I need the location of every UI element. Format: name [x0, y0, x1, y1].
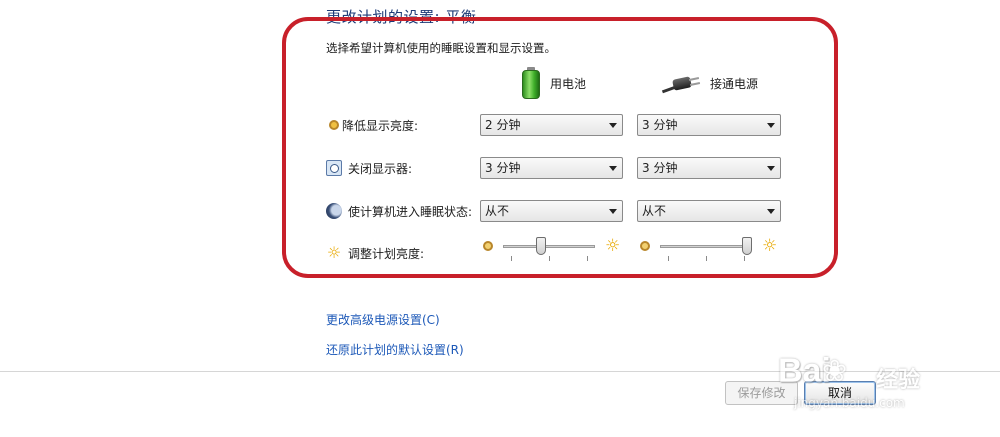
setting-row-brightness: ☼ 调整计划亮度:	[326, 241, 424, 265]
chevron-down-icon	[609, 123, 617, 128]
slider-tick	[511, 256, 512, 261]
dropdown-value: 3 分钟	[642, 118, 678, 132]
chevron-down-icon	[767, 209, 775, 214]
setting-label-turn-off-display: 关闭显示器:	[348, 161, 413, 176]
paw-icon: ❀	[822, 354, 848, 389]
slider-tick	[587, 256, 588, 261]
dropdown-value: 3 分钟	[642, 161, 678, 175]
monitor-off-icon	[326, 160, 342, 176]
sleep-moon-icon	[326, 203, 342, 219]
slider-tick	[668, 256, 669, 261]
bright-brightness-icon: ☼	[605, 236, 621, 256]
brightness-battery-slider[interactable]: ☼	[483, 236, 623, 261]
setting-row-dim-display: 降低显示亮度:	[326, 113, 418, 137]
turn-off-display-battery-dropdown[interactable]: 3 分钟	[480, 157, 623, 179]
slider-track[interactable]	[660, 245, 752, 248]
brightness-plugged-in-slider[interactable]: ☼	[640, 236, 780, 261]
watermark-brand-cn: 经验	[876, 368, 921, 393]
sleep-battery-dropdown[interactable]: 从不	[480, 200, 623, 222]
setting-row-turn-off-display: 关闭显示器:	[326, 156, 412, 180]
chevron-down-icon	[767, 123, 775, 128]
slider-tick	[549, 256, 550, 261]
slider-thumb[interactable]	[535, 237, 546, 255]
chevron-down-icon	[609, 166, 617, 171]
slider-thumb[interactable]	[742, 237, 752, 255]
dropdown-value: 3 分钟	[485, 161, 521, 175]
setting-label-dim-display: 降低显示亮度:	[342, 118, 419, 133]
advanced-power-settings-link[interactable]: 更改高级电源设置(C)	[326, 311, 440, 328]
dim-display-icon	[329, 120, 339, 130]
dim-display-plugged-in-dropdown[interactable]: 3 分钟	[637, 114, 781, 136]
battery-column-header: 用电池	[520, 66, 586, 100]
chevron-down-icon	[767, 166, 775, 171]
setting-row-sleep: 使计算机进入睡眠状态:	[326, 199, 472, 223]
setting-label-brightness: 调整计划亮度:	[348, 246, 425, 261]
dropdown-value: 从不	[642, 204, 667, 218]
brightness-sun-icon: ☼	[326, 243, 342, 262]
restore-defaults-link[interactable]: 还原此计划的默认设置(R)	[326, 341, 464, 358]
battery-column-label: 用电池	[550, 76, 587, 91]
bright-brightness-icon: ☼	[762, 236, 778, 256]
dim-display-battery-dropdown[interactable]: 2 分钟	[480, 114, 623, 136]
dropdown-value: 从不	[485, 204, 510, 218]
dropdown-value: 2 分钟	[485, 118, 521, 132]
dim-brightness-icon	[483, 241, 493, 251]
plugged-in-column-label: 接通电源	[710, 76, 759, 91]
battery-icon	[520, 67, 542, 99]
slider-track[interactable]	[503, 245, 595, 248]
plugged-in-column-header: 接通电源	[661, 66, 759, 100]
sleep-plugged-in-dropdown[interactable]: 从不	[637, 200, 781, 222]
dim-brightness-icon	[640, 241, 650, 251]
power-plug-icon	[661, 71, 702, 95]
chevron-down-icon	[609, 209, 617, 214]
setting-label-sleep: 使计算机进入睡眠状态:	[348, 204, 473, 219]
watermark-url: jingyan.baidu.com	[794, 396, 905, 410]
turn-off-display-plugged-in-dropdown[interactable]: 3 分钟	[637, 157, 781, 179]
slider-tick	[744, 256, 745, 261]
baidu-jingyan-watermark: Bai ❀ 经验 jingyan.baidu.com	[778, 350, 988, 420]
slider-tick	[706, 256, 707, 261]
instructions-text: 选择希望计算机使用的睡眠设置和显示设置。	[326, 41, 556, 55]
